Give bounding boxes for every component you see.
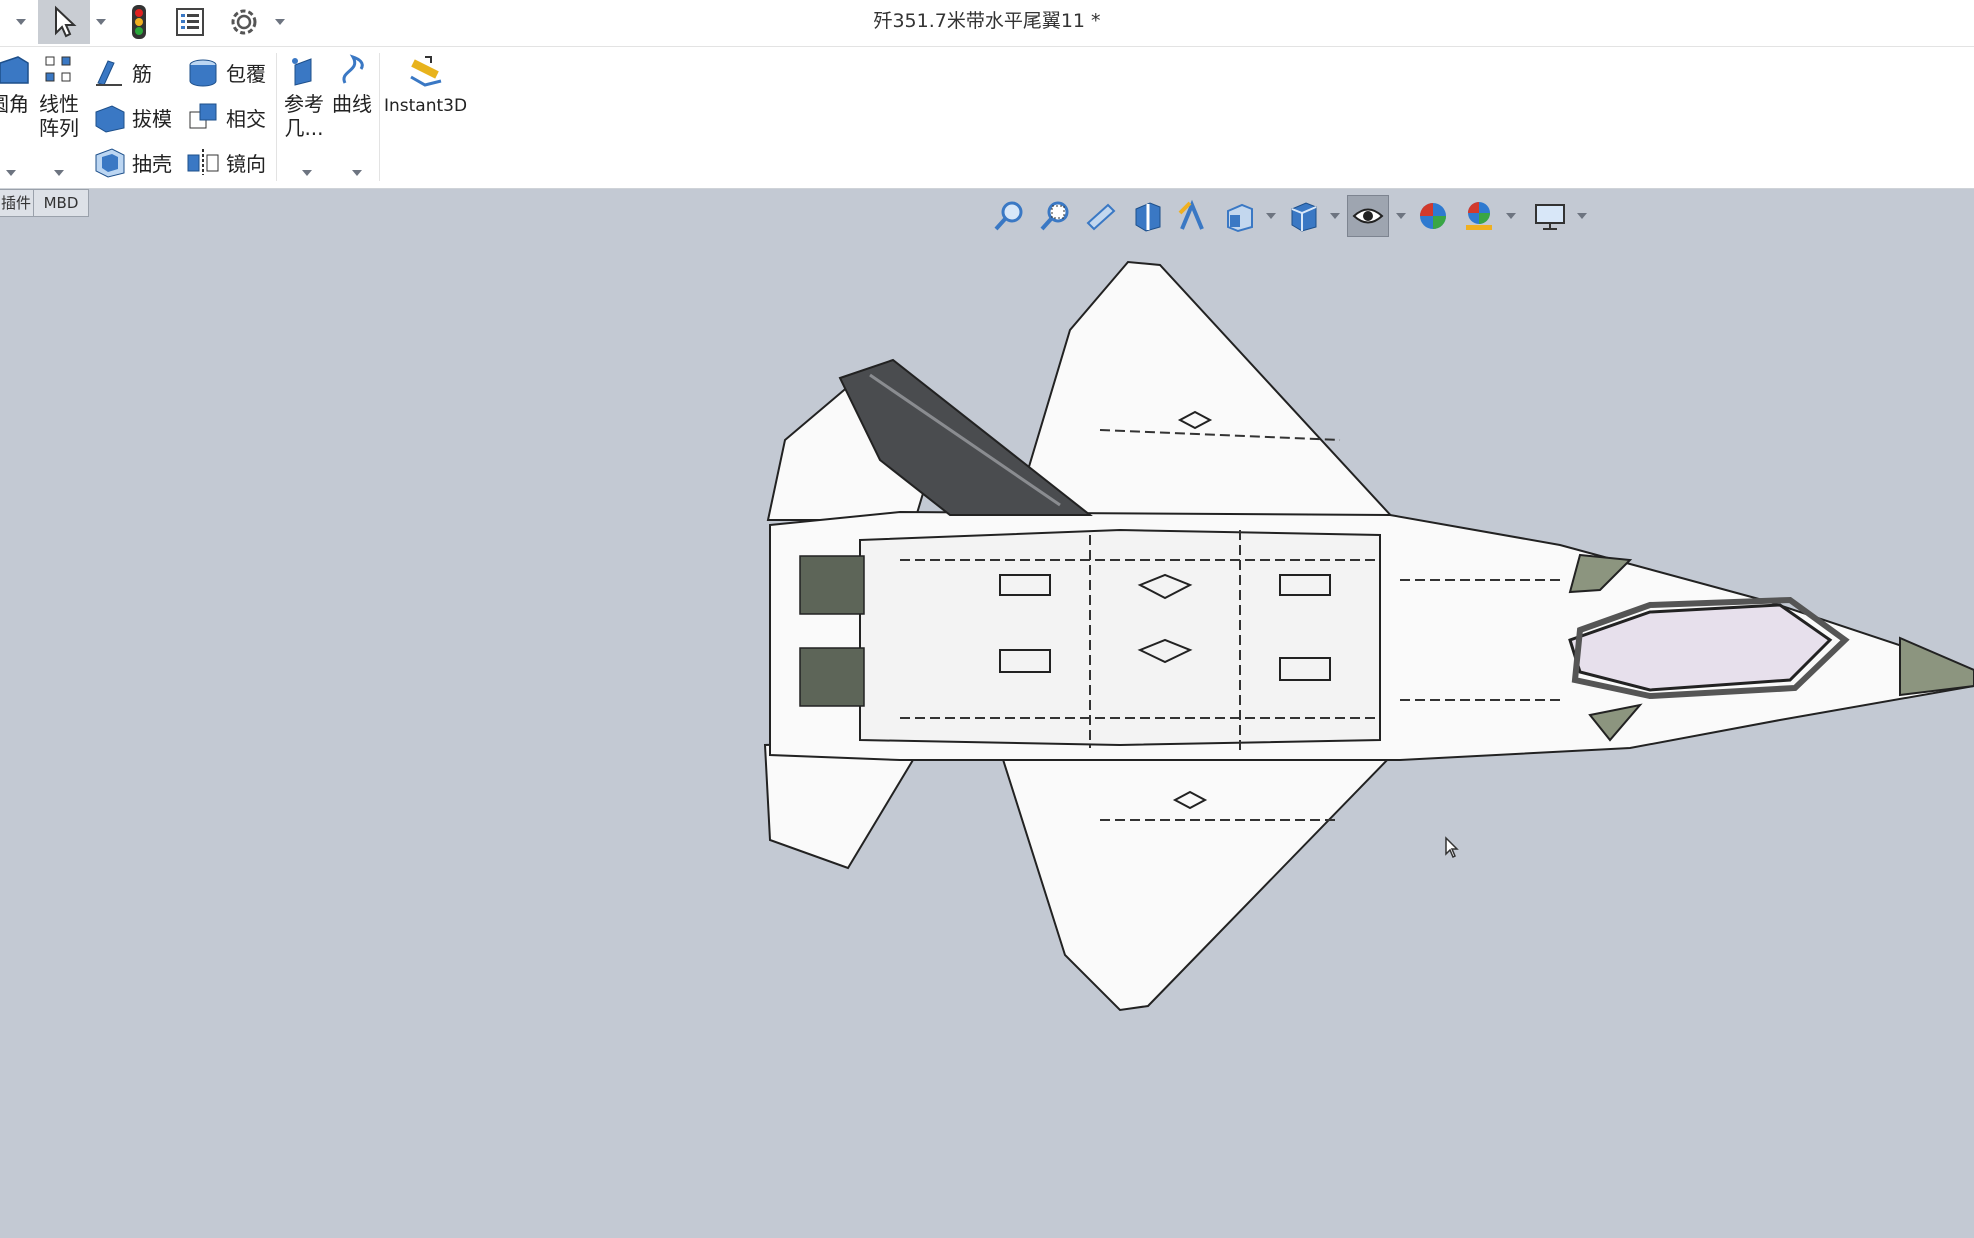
wrap-label: 包覆 bbox=[226, 61, 266, 86]
view-orientation-button[interactable] bbox=[1219, 196, 1259, 236]
shell-label: 抽壳 bbox=[132, 151, 172, 176]
mouse-cursor-icon bbox=[1445, 836, 1459, 859]
linear-pattern-button[interactable]: 线性 阵列 bbox=[36, 53, 82, 140]
curves-dropdown-caret[interactable] bbox=[352, 170, 362, 176]
shell-icon bbox=[95, 148, 125, 178]
eye-icon bbox=[1352, 208, 1384, 224]
display-style-icon bbox=[1291, 202, 1317, 232]
monitor-icon bbox=[1535, 204, 1565, 230]
graphics-viewport[interactable] bbox=[0, 218, 1974, 1234]
mirror-icon bbox=[187, 149, 219, 175]
draft-label: 拔模 bbox=[132, 106, 172, 131]
previous-view-icon bbox=[1086, 203, 1116, 231]
tab-mbd[interactable]: MBD bbox=[33, 189, 89, 217]
scene-caret[interactable] bbox=[1506, 213, 1516, 219]
section-view-icon bbox=[1135, 202, 1161, 232]
linear-pattern-label: 线性 阵列 bbox=[39, 92, 79, 140]
ribbon-separator bbox=[379, 53, 380, 181]
draft-icon bbox=[95, 105, 125, 133]
apply-scene-button[interactable] bbox=[1459, 196, 1499, 236]
fillet-label: 圆角 bbox=[0, 92, 29, 116]
tab-mbd-label: MBD bbox=[43, 194, 79, 212]
section-view-button[interactable] bbox=[1127, 196, 1167, 236]
hide-show-items-button[interactable] bbox=[1347, 195, 1389, 237]
view-settings-button[interactable] bbox=[1530, 196, 1570, 236]
zoom-to-fit-button[interactable] bbox=[989, 196, 1029, 236]
command-manager-ribbon: 圆角 线性 阵列 筋 拔模 抽壳 包覆 bbox=[0, 47, 1974, 189]
pattern-dropdown-caret[interactable] bbox=[54, 170, 64, 176]
draft-button[interactable]: 拔模 bbox=[92, 100, 172, 134]
tab-plugins-label: 插件 bbox=[0, 194, 31, 212]
annotation-icon bbox=[1178, 199, 1204, 230]
shell-button[interactable]: 抽壳 bbox=[92, 145, 172, 179]
scene-icon bbox=[1466, 202, 1492, 230]
reference-geometry-label: 参考 几... bbox=[284, 92, 324, 140]
fillet-button[interactable]: 圆角 bbox=[0, 53, 30, 116]
rib-label: 筋 bbox=[132, 61, 152, 86]
edit-appearance-button[interactable] bbox=[1413, 196, 1453, 236]
mirror-button[interactable]: 镜向 bbox=[186, 145, 266, 179]
reference-geometry-button[interactable]: 参考 几... bbox=[282, 53, 326, 140]
instant3d-label: Instant3D bbox=[384, 96, 468, 116]
view-settings-caret[interactable] bbox=[1577, 213, 1587, 219]
title-bar: 歼351.7米带水平尾翼11 * bbox=[0, 0, 1974, 47]
zoom-to-fit-icon bbox=[994, 201, 1023, 231]
previous-view-button[interactable] bbox=[1081, 196, 1121, 236]
window-title: 歼351.7米带水平尾翼11 * bbox=[873, 10, 1101, 32]
rib-icon bbox=[96, 60, 122, 86]
view-orientation-caret[interactable] bbox=[1266, 213, 1276, 219]
intersect-icon bbox=[189, 103, 217, 129]
zoom-area-icon bbox=[1040, 201, 1069, 231]
curves-icon bbox=[342, 54, 364, 84]
intersect-button[interactable]: 相交 bbox=[186, 100, 266, 134]
appearance-sphere-icon bbox=[1420, 203, 1446, 229]
display-style-button[interactable] bbox=[1283, 196, 1323, 236]
dynamic-annotation-button[interactable] bbox=[1173, 196, 1213, 236]
curves-button[interactable]: 曲线 bbox=[330, 53, 374, 116]
ribbon-separator bbox=[276, 53, 277, 181]
instant3d-icon bbox=[410, 56, 442, 87]
view-orientation-icon bbox=[1227, 203, 1253, 233]
wrap-icon bbox=[189, 59, 217, 87]
display-style-caret[interactable] bbox=[1330, 213, 1340, 219]
curves-label: 曲线 bbox=[332, 92, 372, 116]
fillet-icon bbox=[0, 56, 29, 84]
ref-geometry-dropdown-caret[interactable] bbox=[302, 170, 312, 176]
fillet-dropdown-caret[interactable] bbox=[6, 170, 16, 176]
mirror-label: 镜向 bbox=[226, 151, 266, 176]
hide-show-caret[interactable] bbox=[1396, 213, 1406, 219]
wrap-button[interactable]: 包覆 bbox=[186, 55, 266, 89]
zoom-to-area-button[interactable] bbox=[1035, 196, 1075, 236]
intersect-label: 相交 bbox=[226, 106, 266, 131]
heads-up-view-toolbar bbox=[986, 192, 1591, 240]
reference-geometry-icon bbox=[292, 58, 312, 86]
linear-pattern-icon bbox=[45, 56, 71, 82]
instant3d-button[interactable]: Instant3D bbox=[384, 53, 468, 118]
rib-button[interactable]: 筋 bbox=[92, 55, 152, 89]
aircraft-model bbox=[763, 260, 1974, 1012]
